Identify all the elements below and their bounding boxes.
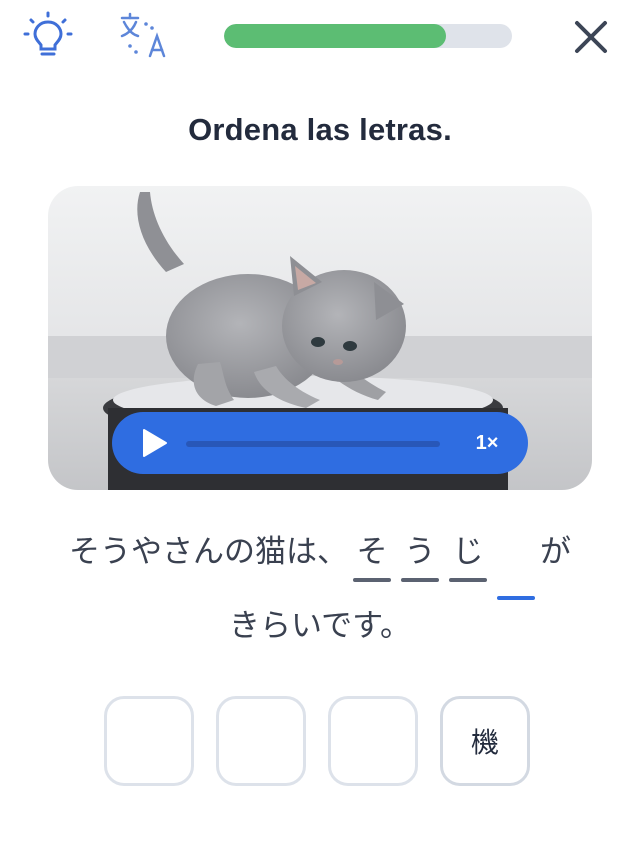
lesson-screen: Ordena las letras. 1× そうやさんの猫は、 そ う じ が … — [0, 0, 640, 849]
audio-progress-track[interactable] — [186, 441, 440, 447]
translate-button[interactable] — [112, 8, 172, 64]
play-button[interactable] — [138, 426, 172, 460]
letter-tile-empty — [104, 696, 194, 786]
sentence-line-1: そうやさんの猫は、そうじ が — [0, 524, 640, 600]
close-button[interactable] — [566, 12, 616, 62]
translate-icon — [120, 12, 166, 58]
close-icon — [575, 21, 607, 53]
sentence-line-2: きらいです。 — [229, 608, 411, 644]
lesson-progress-fill — [224, 24, 446, 48]
answer-blank[interactable]: う — [401, 524, 439, 582]
audio-player: 1× — [112, 412, 528, 474]
sentence: そうやさんの猫は、そうじ が きらいです。 — [0, 524, 640, 654]
answer-blank[interactable]: じ — [449, 524, 487, 582]
sentence-prefix: そうやさんの猫は、 — [69, 534, 348, 570]
sentence-suffix: が — [540, 534, 571, 570]
exercise-image-card: 1× — [48, 186, 592, 490]
hint-button[interactable] — [22, 10, 74, 62]
instruction-title: Ordena las letras. — [188, 112, 452, 147]
letter-tile-empty — [216, 696, 306, 786]
play-icon — [143, 429, 167, 457]
letter-tile-empty — [328, 696, 418, 786]
answer-blank-active[interactable] — [497, 524, 535, 600]
lightbulb-icon — [23, 11, 73, 56]
playback-speed-button[interactable]: 1× — [464, 427, 510, 459]
lesson-progress-bar — [224, 24, 512, 48]
letter-tile[interactable]: 機 — [440, 696, 530, 786]
answer-blank[interactable]: そ — [353, 524, 391, 582]
